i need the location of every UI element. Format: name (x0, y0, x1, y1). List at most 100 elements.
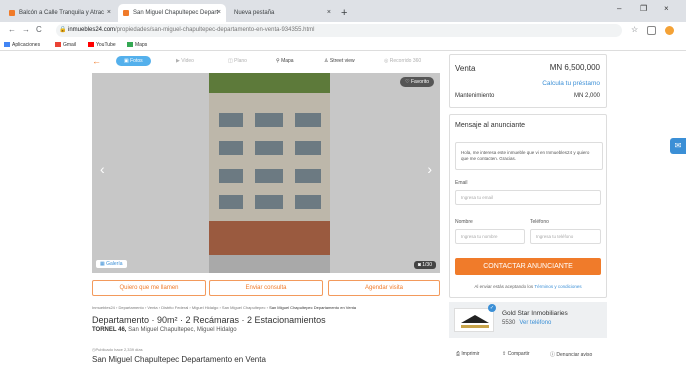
tab-map[interactable]: ⚲ Mapa (276, 58, 294, 64)
profile-avatar-icon[interactable] (665, 26, 674, 35)
chat-icon[interactable]: ✉ (670, 138, 686, 154)
agent-name: Gold Star Inmobiliaries (502, 310, 568, 317)
tab-favicon-icon (9, 10, 15, 16)
close-tab-icon[interactable]: × (107, 4, 111, 22)
phone-label: Teléfono (530, 219, 549, 225)
next-photo-icon[interactable]: › (427, 161, 432, 177)
breadcrumb-item[interactable]: Miguel Hidalgo (192, 305, 218, 310)
prev-photo-icon[interactable]: ‹ (100, 161, 105, 177)
bookmark-maps[interactable]: Maps (127, 39, 147, 51)
url-path: /propiedades/san-miguel-chapultepec-depa… (115, 27, 315, 33)
bookmark-youtube[interactable]: YouTube (88, 39, 116, 51)
bookmark-gmail[interactable]: Gmail (55, 39, 76, 51)
loan-calculator-link[interactable]: Calcula tu préstamo (542, 80, 600, 87)
bookmark-apps[interactable]: Aplicaciones (4, 39, 40, 51)
address-street: TORNEL 46, (92, 327, 127, 333)
breadcrumb-item[interactable]: Venta (147, 305, 157, 310)
breadcrumb-current: San Miguel Chapultepec Departamento en V… (269, 305, 357, 310)
browser-tab-2[interactable]: San Miguel Chapultepec Depart × (118, 4, 226, 22)
browser-tab-1[interactable]: Balcón a Calle Tranquila y Atrac × (4, 4, 116, 22)
maximize-icon[interactable]: ❐ (640, 4, 647, 13)
listing-subtitle: San Miguel Chapultepec Departamento en V… (92, 355, 266, 364)
tab-photos[interactable]: ▣ Fotos (116, 56, 151, 66)
favorite-button[interactable]: ♡ Favorito (400, 77, 434, 87)
agent-logo-graphic (461, 315, 489, 328)
print-button[interactable]: ⎙ Imprimir (456, 351, 479, 357)
contact-form: Mensaje al anunciante Hola, me interesa … (449, 114, 607, 298)
back-icon[interactable]: ← (8, 25, 16, 34)
building-window (295, 113, 321, 127)
youtube-icon (88, 42, 94, 48)
building-window (219, 195, 243, 209)
price-amount: MN 6,500,000 (549, 63, 600, 72)
agent-phone: 5530 Ver teléfono (502, 320, 552, 326)
close-window-icon[interactable]: × (664, 4, 669, 13)
new-tab-button[interactable]: + (341, 4, 347, 22)
building-window (255, 141, 283, 155)
tab-video[interactable]: ▶ Video (176, 58, 194, 64)
maps-icon (127, 42, 133, 48)
terms-text: Al enviar estás aceptando los Términos y… (474, 284, 582, 289)
url-domain: inmuebles24.com (68, 27, 116, 33)
building-window (219, 141, 243, 155)
maintenance-label: Mantenimiento (455, 93, 495, 99)
forward-icon[interactable]: → (22, 25, 30, 34)
gmail-icon (55, 42, 61, 48)
address-bar-row: ← → C 🔒 inmuebles24.com/propiedades/san-… (0, 22, 686, 39)
gallery-button[interactable]: ▦ Galería (96, 260, 127, 268)
price-box: Venta MN 6,500,000 Calcula tu préstamo M… (449, 54, 607, 108)
tab-favicon-icon (123, 10, 129, 16)
back-arrow-icon[interactable]: ← (92, 56, 101, 66)
building-image (209, 73, 330, 273)
tab-floorplan[interactable]: ◫ Plano (228, 58, 247, 64)
sidewalk (209, 255, 330, 273)
tab-title: Nueva pestaña (234, 10, 275, 16)
email-label: Email (455, 180, 468, 186)
breadcrumb-item[interactable]: San Miguel Chapultepec (222, 305, 266, 310)
tab-tour-360[interactable]: ◎ Recorrido 360 (384, 58, 421, 64)
tab-street-view[interactable]: ♙ Street view (324, 58, 355, 64)
name-label: Nombre (455, 219, 473, 225)
verified-check-icon: ✓ (488, 304, 496, 312)
building-window (255, 195, 283, 209)
agent-card: ✓ Gold Star Inmobiliaries 5530 Ver teléfo… (449, 302, 607, 338)
breadcrumb: Inmuebles24 › Departamento › Venta › Dis… (92, 305, 357, 310)
building-window (255, 113, 283, 127)
show-phone-link[interactable]: Ver teléfono (519, 320, 551, 326)
building-window (219, 169, 243, 183)
share-button[interactable]: ⇪ Compartir (502, 351, 530, 357)
breadcrumb-item[interactable]: Inmuebles24 (92, 305, 115, 310)
building-window (295, 169, 321, 183)
garage-door (209, 221, 330, 256)
schedule-visit-button[interactable]: Agendar visita (328, 280, 440, 296)
building-window (295, 195, 321, 209)
name-field[interactable]: Ingresa tu nombre (455, 229, 525, 244)
reload-icon[interactable]: C (36, 25, 42, 34)
browser-tab-3[interactable]: Nueva pestaña × (228, 4, 336, 22)
message-textarea[interactable]: Hola, me interesa este inmueble que vi e… (455, 142, 603, 170)
close-tab-icon[interactable]: × (217, 4, 221, 22)
terms-link[interactable]: Términos y condiciones (534, 284, 581, 289)
breadcrumb-item[interactable]: Departamento (118, 305, 143, 310)
building-window (255, 169, 283, 183)
breadcrumb-item[interactable]: Distrito Federal (161, 305, 188, 310)
close-tab-icon[interactable]: × (327, 4, 331, 22)
address-area: San Miguel Chapultepec, Miguel Hidalgo (128, 327, 237, 333)
contact-advertiser-button[interactable]: CONTACTAR ANUNCIANTE (455, 258, 601, 275)
report-button[interactable]: ⓘ Denunciar aviso (550, 351, 592, 358)
browser-tab-bar: Balcón a Calle Tranquila y Atrac × San M… (0, 0, 686, 22)
request-call-button[interactable]: Quiero que me llamen (92, 280, 206, 296)
star-icon[interactable]: ☆ (631, 25, 638, 34)
property-photo[interactable]: ‹ › ♡ Favorito ▦ Galería ◙ 1/30 (92, 73, 440, 273)
minimize-icon[interactable]: – (617, 4, 621, 13)
send-inquiry-button[interactable]: Enviar consulta (209, 280, 323, 296)
extension-icon[interactable] (647, 26, 656, 35)
url-field[interactable]: 🔒 inmuebles24.com/propiedades/san-miguel… (56, 24, 622, 37)
contact-title: Mensaje al anunciante (455, 122, 526, 129)
lock-icon: 🔒 (59, 27, 67, 33)
operation-type: Venta (455, 64, 476, 73)
page-title: Departamento · 90m² · 2 Recámaras · 2 Es… (92, 315, 326, 325)
phone-field[interactable]: Ingresa tu teléfono (530, 229, 601, 244)
email-field[interactable]: Ingresa tu email (455, 190, 601, 205)
building-window (295, 141, 321, 155)
